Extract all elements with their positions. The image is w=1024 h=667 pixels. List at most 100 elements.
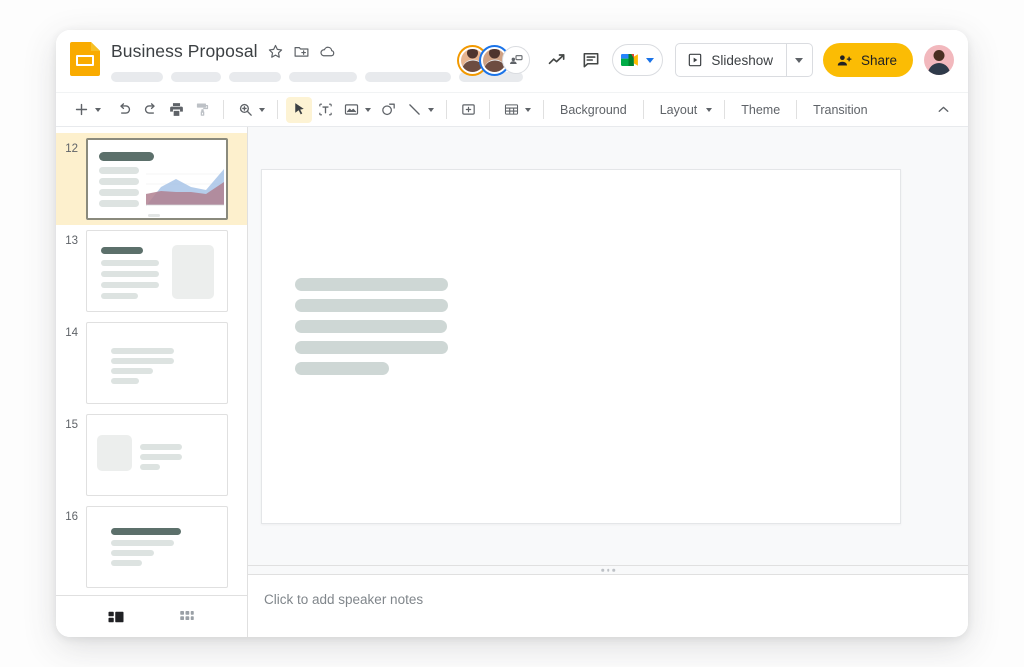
chevron-down-icon[interactable] [428,108,434,112]
filmstrip-view-button[interactable] [105,606,127,628]
transition-button[interactable]: Transition [805,97,875,123]
menu-item[interactable] [289,72,357,82]
slideshow-main[interactable]: Slideshow [676,44,786,76]
redo-button[interactable] [137,97,163,123]
add-textbox-icon [460,101,477,118]
collapse-toolbar-button[interactable] [930,97,956,123]
text-box-button[interactable] [312,97,338,123]
chevron-down-icon [646,58,654,63]
background-button[interactable]: Background [552,97,635,123]
line-button[interactable] [401,97,427,123]
divider [277,100,278,119]
filmstrip-icon [107,608,125,626]
undo-button[interactable] [111,97,137,123]
comment-history-icon[interactable] [574,43,608,77]
google-meet-button[interactable] [612,44,663,76]
share-button[interactable]: Share [823,43,913,77]
insert-table-button[interactable] [498,97,524,123]
slideshow-options-button[interactable] [787,44,812,76]
slide-preview [86,138,228,220]
slide-preview [86,506,228,588]
slide-thumbnail-13[interactable]: 13 [56,225,247,317]
chevron-down-icon[interactable] [365,108,371,112]
toolbar-right [930,97,956,123]
canvas-area[interactable] [248,127,968,565]
person-add-icon [836,52,853,69]
slides-app-window: Business Proposal [56,30,968,637]
layout-button[interactable]: Layout [652,97,706,123]
slide-thumbnail-12[interactable]: 12 [56,133,247,225]
slide-thumbnail-14[interactable]: 14 [56,317,247,409]
account-avatar[interactable] [924,45,954,75]
select-tool-button[interactable] [286,97,312,123]
slide-editor: Click to add speaker notes [248,127,968,637]
theme-button[interactable]: Theme [733,97,788,123]
slide-number: 13 [56,234,86,248]
share-label: Share [861,53,897,68]
play-box-icon [687,52,703,68]
document-title[interactable]: Business Proposal [111,41,258,62]
current-slide-canvas[interactable] [261,169,901,524]
slide-thumbnail-15[interactable]: 15 [56,409,247,501]
present-to-meeting-icon[interactable] [502,46,530,74]
slide-text-placeholder[interactable] [295,341,448,354]
zoom-tool-button[interactable] [232,97,258,123]
zoom-icon [237,101,254,118]
slideshow-label: Slideshow [711,53,773,68]
screen: Business Proposal [0,0,1024,667]
main-toolbar: Background Layout Theme Transition [56,92,968,126]
speaker-notes-panel[interactable]: Click to add speaker notes [248,574,968,637]
print-icon [168,101,185,118]
slide-thumbnail-16[interactable]: 16 [56,501,247,593]
paint-format-button[interactable] [189,97,215,123]
filmstrip-scroll[interactable]: 12 [56,127,247,595]
slide-text-placeholder[interactable] [295,320,447,333]
activity-dashboard-icon[interactable] [540,43,574,77]
move-to-folder-icon[interactable] [293,43,310,60]
speaker-notes-placeholder: Click to add speaker notes [264,592,968,607]
slide-text-placeholder[interactable] [295,299,448,312]
chevron-up-icon [935,101,952,118]
divider [543,100,544,119]
new-slide-button[interactable] [68,97,94,123]
chevron-down-icon[interactable] [259,108,265,112]
print-button[interactable] [163,97,189,123]
chevron-down-icon[interactable] [706,108,712,112]
view-mode-bar [56,595,247,637]
divider [489,100,490,119]
shape-icon [380,101,397,118]
divider [643,100,644,119]
slide-filmstrip: 12 [56,127,248,637]
insert-image-button[interactable] [338,97,364,123]
cloud-saved-icon[interactable] [319,43,336,60]
divider [223,100,224,119]
divider [796,100,797,119]
star-icon[interactable] [267,43,284,60]
menu-item[interactable] [171,72,221,82]
text-box-icon [317,101,334,118]
slide-preview [86,414,228,496]
chevron-down-icon[interactable] [95,108,101,112]
table-icon [503,101,520,118]
slide-number: 16 [56,510,86,524]
slideshow-button[interactable]: Slideshow [675,43,813,77]
app-body: 12 [56,126,968,637]
grid-view-icon [178,608,196,626]
grid-view-button[interactable] [176,606,198,628]
slides-logo-icon [70,42,100,76]
header-actions: Slideshow Share [459,43,954,77]
shape-button[interactable] [375,97,401,123]
slide-text-placeholder[interactable] [295,278,448,291]
insert-textbox-button[interactable] [455,97,481,123]
plus-icon [73,101,90,118]
chevron-down-icon[interactable] [525,108,531,112]
line-icon [406,101,423,118]
area-chart [146,164,224,211]
slide-number: 12 [56,142,86,156]
menu-item[interactable] [365,72,451,82]
menu-item[interactable] [229,72,281,82]
menu-item[interactable] [111,72,163,82]
slide-text-placeholder[interactable] [295,362,389,375]
redo-icon [142,101,159,118]
notes-resize-handle[interactable] [248,565,968,574]
